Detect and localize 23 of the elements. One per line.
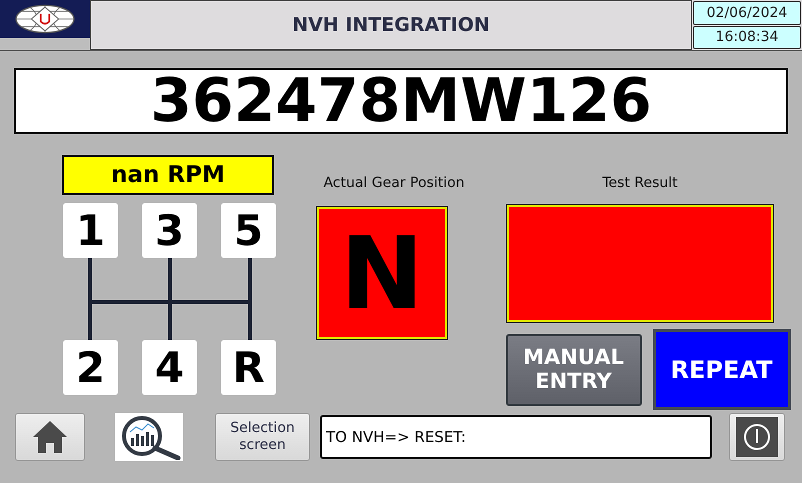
date-display: 02/06/2024 bbox=[693, 1, 801, 24]
screen-title: NVH INTEGRATION bbox=[90, 0, 692, 50]
gear-number: 4 bbox=[142, 340, 197, 395]
gear-number: R bbox=[221, 340, 276, 395]
test-result-label: Test Result bbox=[602, 175, 678, 193]
gear-number: 1 bbox=[63, 203, 118, 258]
selection-screen-button[interactable]: Selection screen bbox=[215, 413, 310, 461]
gear-number: 2 bbox=[63, 340, 118, 395]
time-display: 16:08:34 bbox=[693, 26, 801, 49]
gear-position-display: N bbox=[317, 207, 447, 339]
power-icon bbox=[736, 417, 778, 457]
gear-number: 3 bbox=[142, 203, 197, 258]
rpm-display: nan RPM bbox=[62, 155, 274, 195]
serial-number-display: 362478MW126 bbox=[14, 68, 788, 134]
repeat-button[interactable]: REPEAT bbox=[652, 329, 790, 410]
manual-entry-button[interactable]: MANUAL ENTRY bbox=[506, 334, 642, 406]
analysis-button[interactable] bbox=[115, 413, 183, 461]
power-button[interactable] bbox=[729, 413, 785, 461]
home-icon bbox=[32, 420, 68, 454]
message-field: TO NVH=> RESET: bbox=[320, 415, 712, 459]
gear-number: 5 bbox=[221, 203, 276, 258]
gear-position-label: Actual Gear Position bbox=[323, 175, 465, 193]
home-button[interactable] bbox=[15, 413, 85, 461]
